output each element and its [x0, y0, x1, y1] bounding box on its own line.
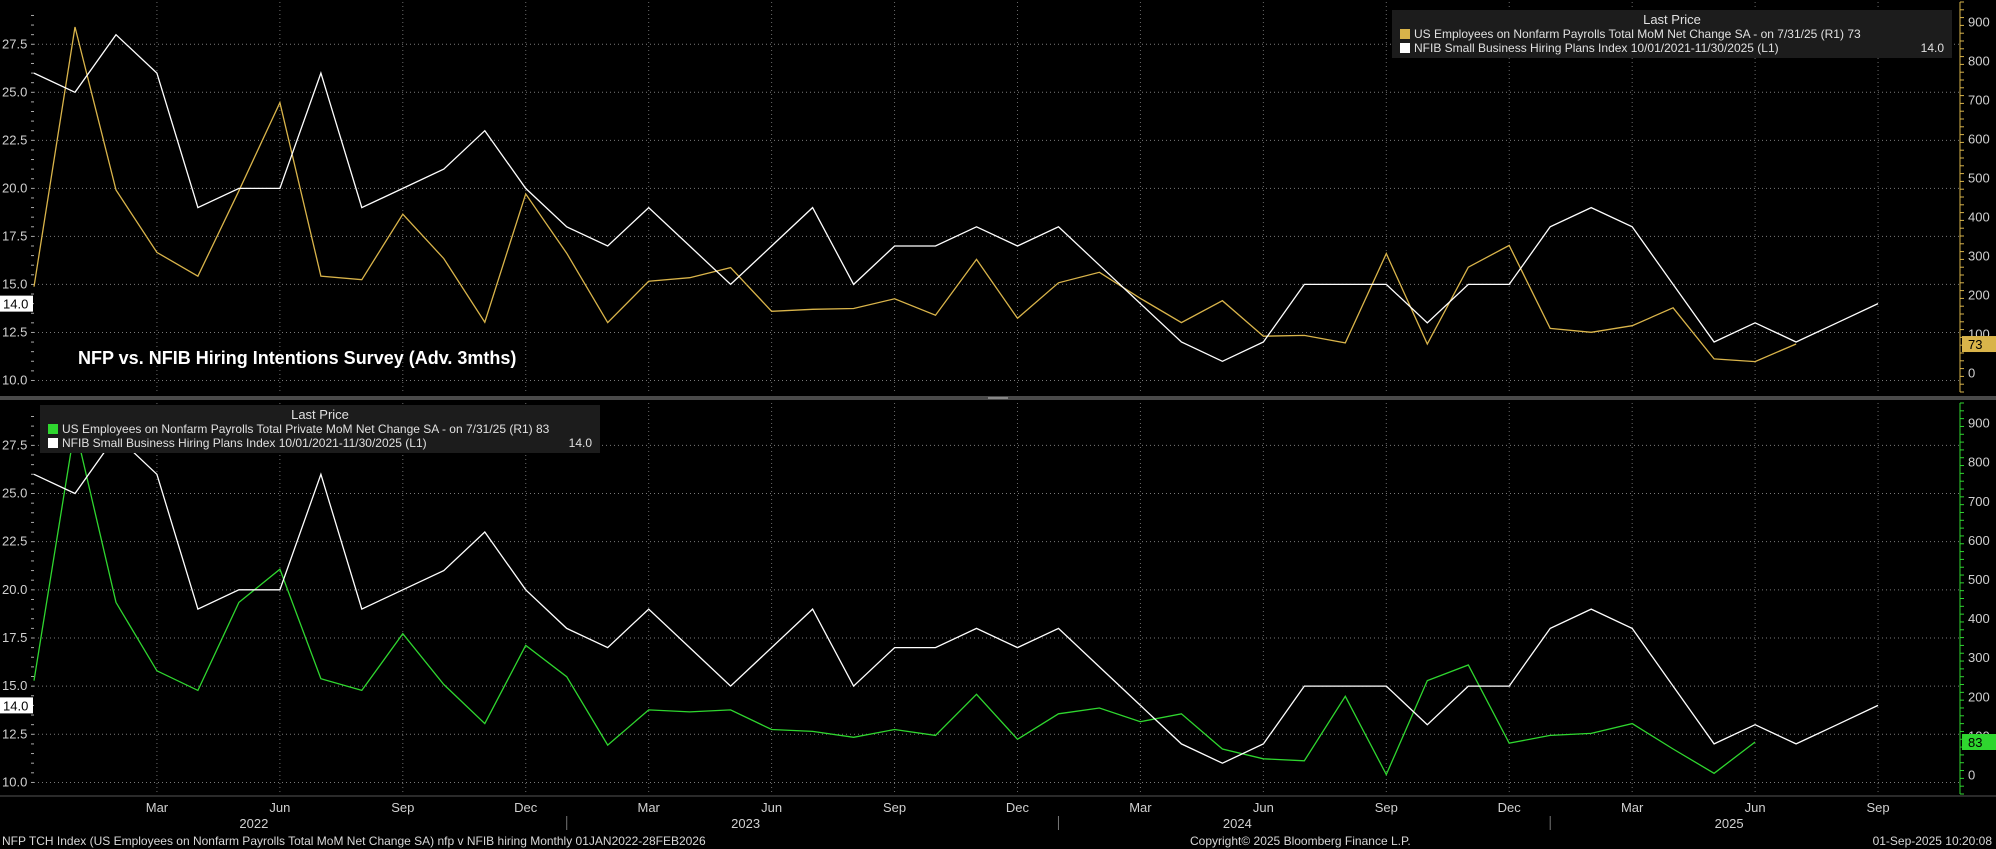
right-tick-label: 600: [1968, 533, 1990, 548]
left-tick-label: 10.0: [2, 372, 27, 387]
left-tick-label: 25.0: [2, 486, 27, 501]
x-tick-label: Dec: [1498, 800, 1522, 815]
right-tick-label: 700: [1968, 494, 1990, 509]
legend-header: Last Price: [1643, 12, 1701, 27]
legend-header: Last Price: [291, 407, 349, 422]
left-tick-label: 22.5: [2, 534, 27, 549]
left-tick-label: 15.0: [2, 678, 27, 693]
right-tick-label: 700: [1968, 93, 1990, 108]
right-tick-label: 500: [1968, 171, 1990, 186]
right-tick-label: 800: [1968, 54, 1990, 69]
x-tick-label: Mar: [1129, 800, 1152, 815]
legend-entry: US Employees on Nonfarm Payrolls Total P…: [62, 422, 550, 436]
left-tick-label: 17.5: [2, 228, 27, 243]
left-tick-label: 15.0: [2, 276, 27, 291]
right-tick-label: 900: [1968, 15, 1990, 30]
right-last-price-label: 73: [1968, 337, 1982, 352]
x-tick-label: Jun: [1253, 800, 1274, 815]
legend-swatch: [48, 438, 58, 448]
x-year-label: 2024: [1223, 816, 1252, 831]
right-tick-label: 600: [1968, 132, 1990, 147]
x-tick-label: Mar: [1621, 800, 1644, 815]
left-tick-label: 27.5: [2, 36, 27, 51]
left-tick-label: 25.0: [2, 84, 27, 99]
left-tick-label: 10.0: [2, 774, 27, 789]
x-tick-label: Sep: [391, 800, 414, 815]
legend-entry: NFIB Small Business Hiring Plans Index 1…: [1414, 41, 1779, 55]
left-tick-label: 22.5: [2, 132, 27, 147]
x-tick-label: Jun: [1745, 800, 1766, 815]
legend-entry-value: 14.0: [569, 436, 593, 450]
legend-swatch: [48, 424, 58, 434]
footer-timestamp: 01-Sep-2025 10:20:08: [1872, 834, 1992, 848]
left-last-price-label: 14.0: [3, 698, 28, 713]
x-year-label: 2025: [1715, 816, 1744, 831]
right-tick-label: 500: [1968, 572, 1990, 587]
legend-entry: NFIB Small Business Hiring Plans Index 1…: [62, 436, 427, 450]
right-tick-label: 400: [1968, 611, 1990, 626]
x-tick-label: Mar: [146, 800, 169, 815]
right-tick-label: 0: [1968, 767, 1975, 782]
x-tick-label: Jun: [761, 800, 782, 815]
left-tick-label: 17.5: [2, 630, 27, 645]
x-year-label: 2023: [731, 816, 760, 831]
right-tick-label: 300: [1968, 650, 1990, 665]
x-tick-label: Sep: [1866, 800, 1889, 815]
right-last-price-label: 83: [1968, 735, 1982, 750]
series-line: [33, 33, 1879, 363]
right-tick-label: 300: [1968, 249, 1990, 264]
right-tick-label: 0: [1968, 366, 1975, 381]
legend-swatch: [1400, 43, 1410, 53]
divider-handle: [988, 397, 1008, 399]
footer-copyright: Copyright© 2025 Bloomberg Finance L.P.: [1190, 834, 1411, 848]
right-tick-label: 200: [1968, 288, 1990, 303]
left-tick-label: 20.0: [2, 582, 27, 597]
x-tick-label: Mar: [637, 800, 660, 815]
right-tick-label: 200: [1968, 689, 1990, 704]
left-tick-label: 12.5: [2, 324, 27, 339]
series-line: [33, 26, 1797, 363]
series-line: [33, 426, 1756, 777]
dual-panel-chart: 10.012.515.017.520.022.525.027.501002003…: [0, 1, 1996, 831]
left-tick-label: 27.5: [2, 437, 27, 452]
legend-entry: US Employees on Nonfarm Payrolls Total M…: [1414, 27, 1861, 41]
right-tick-label: 800: [1968, 455, 1990, 470]
right-tick-label: 900: [1968, 416, 1990, 431]
x-year-label: 2022: [239, 816, 268, 831]
x-tick-label: Sep: [883, 800, 906, 815]
x-tick-label: Dec: [514, 800, 538, 815]
x-tick-label: Sep: [1375, 800, 1398, 815]
legend-entry-value: 14.0: [1921, 41, 1945, 55]
footer: NFP TCH Index (US Employees on Nonfarm P…: [0, 832, 1996, 849]
x-tick-label: Dec: [1006, 800, 1030, 815]
chart-title: NFP vs. NFIB Hiring Intentions Survey (A…: [78, 348, 516, 368]
left-tick-label: 20.0: [2, 180, 27, 195]
footer-source: NFP TCH Index (US Employees on Nonfarm P…: [2, 834, 706, 848]
legend-swatch: [1400, 29, 1410, 39]
left-last-price-label: 14.0: [3, 297, 28, 312]
x-tick-label: Jun: [269, 800, 290, 815]
right-tick-label: 400: [1968, 210, 1990, 225]
left-tick-label: 12.5: [2, 726, 27, 741]
